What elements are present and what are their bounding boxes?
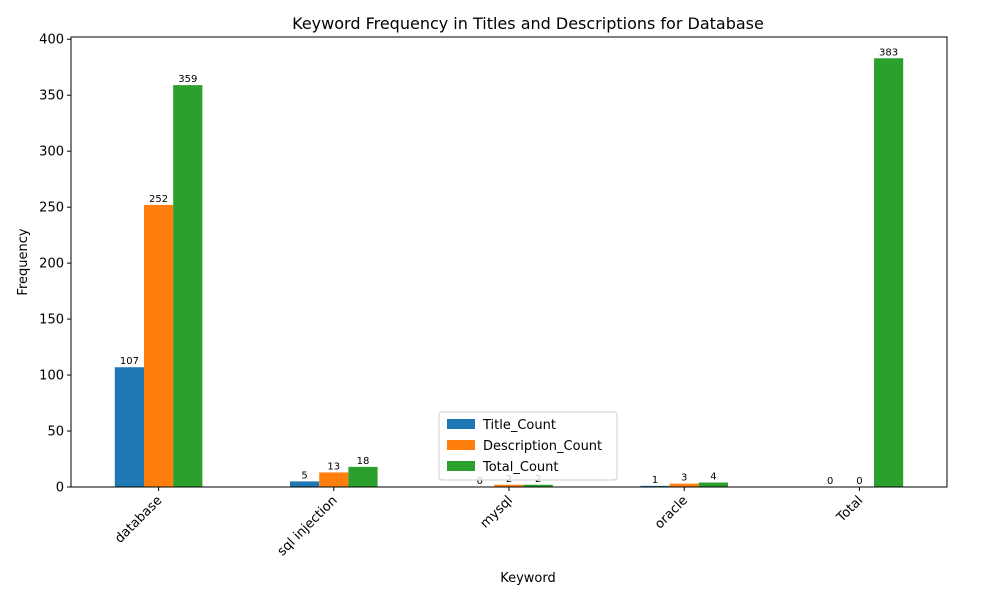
bar — [348, 466, 378, 487]
x-axis: database sql injection mysql oracle Total — [112, 487, 866, 559]
data-label: 0 — [827, 476, 833, 487]
bar — [114, 367, 144, 487]
y-tick-label: 300 — [39, 145, 64, 160]
data-label: 4 — [710, 472, 716, 483]
y-tick-label: 250 — [39, 201, 64, 216]
bar — [290, 481, 320, 487]
legend-label: Description_Count — [483, 439, 602, 454]
chart-title: Keyword Frequency in Titles and Descript… — [292, 14, 764, 33]
data-label: 1 — [652, 475, 658, 486]
y-tick-label: 50 — [47, 425, 64, 440]
data-label: 359 — [178, 74, 197, 85]
bar — [319, 472, 349, 487]
legend: Title_Count Description_Count Total_Count — [438, 411, 618, 481]
x-axis-label: Keyword — [500, 571, 556, 586]
x-tick-label: mysql — [478, 493, 516, 531]
chart: Keyword Frequency in Titles and Descript… — [16, 14, 948, 586]
data-label: 0 — [856, 476, 862, 487]
y-tick-label: 200 — [39, 257, 64, 272]
bar — [144, 204, 174, 487]
data-label: 5 — [301, 470, 307, 481]
y-tick-label: 100 — [39, 369, 64, 384]
bar — [874, 58, 904, 488]
data-label: 3 — [681, 473, 687, 484]
legend-label: Title_Count — [482, 418, 556, 433]
data-label: 252 — [149, 194, 168, 205]
x-tick-label: Total — [833, 493, 866, 526]
x-tick-label: oracle — [652, 493, 691, 532]
x-tick-label: database — [112, 493, 165, 546]
data-label: 18 — [357, 456, 370, 467]
data-label: 383 — [879, 47, 898, 58]
bar — [173, 85, 203, 487]
bar — [698, 482, 728, 487]
bar — [669, 483, 699, 487]
y-axis-label: Frequency — [16, 228, 31, 295]
y-tick-label: 400 — [39, 33, 64, 48]
y-tick-label: 0 — [56, 481, 64, 496]
y-axis: 0 50 100 150 200 250 300 350 400 — [39, 33, 71, 496]
y-tick-label: 350 — [39, 89, 64, 104]
legend-swatch — [447, 419, 475, 429]
x-tick-label: sql injection — [275, 493, 341, 559]
y-tick-label: 150 — [39, 313, 64, 328]
data-label: 13 — [327, 461, 340, 472]
legend-label: Total_Count — [482, 460, 558, 475]
legend-swatch — [447, 461, 475, 471]
legend-swatch — [447, 440, 475, 450]
data-label: 107 — [120, 356, 139, 367]
